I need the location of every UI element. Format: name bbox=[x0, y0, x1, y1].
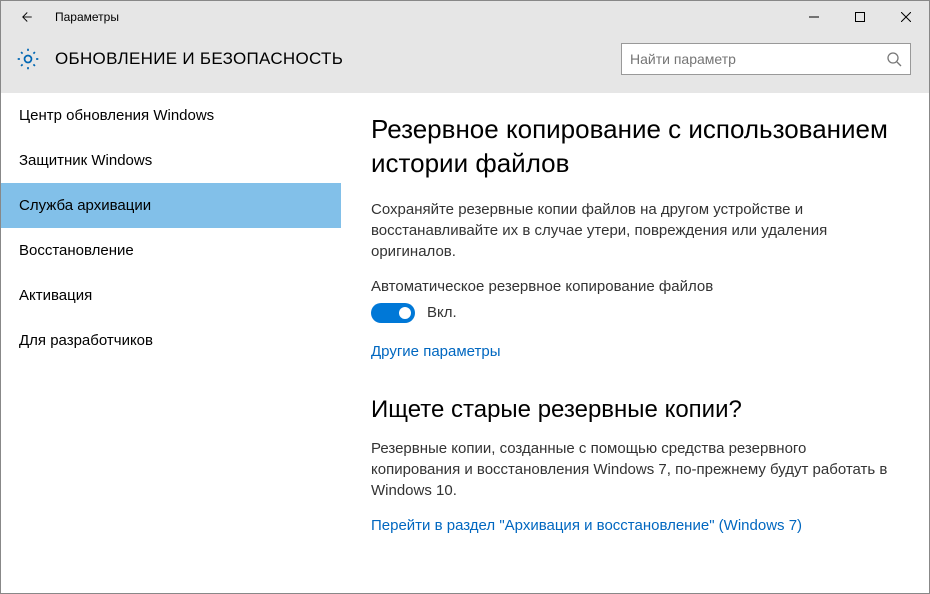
maximize-button[interactable] bbox=[837, 1, 883, 33]
gear-icon bbox=[15, 46, 41, 72]
sidebar-item-2[interactable]: Служба архивации bbox=[1, 183, 341, 228]
toggle-state-text: Вкл. bbox=[427, 304, 457, 321]
back-button[interactable] bbox=[13, 5, 37, 29]
close-button[interactable] bbox=[883, 1, 929, 33]
toggle-label: Автоматическое резервное копирование фай… bbox=[371, 278, 889, 295]
subsection-description: Резервные копии, созданные с помощью сре… bbox=[371, 438, 889, 501]
toggle-knob bbox=[399, 307, 411, 319]
section-heading: Резервное копирование с использованием и… bbox=[371, 113, 889, 181]
window-title: Параметры bbox=[55, 10, 119, 24]
search-box[interactable] bbox=[621, 43, 911, 75]
more-options-link[interactable]: Другие параметры bbox=[371, 343, 501, 360]
search-input[interactable] bbox=[630, 51, 886, 67]
sidebar: Центр обновления WindowsЗащитник Windows… bbox=[1, 93, 341, 591]
auto-backup-toggle[interactable] bbox=[371, 303, 415, 323]
subsection-heading: Ищете старые резервные копии? bbox=[371, 396, 889, 424]
titlebar: Параметры bbox=[1, 1, 929, 33]
sidebar-item-1[interactable]: Защитник Windows bbox=[1, 138, 341, 183]
sidebar-item-4[interactable]: Активация bbox=[1, 273, 341, 318]
header: ОБНОВЛЕНИЕ И БЕЗОПАСНОСТЬ bbox=[1, 33, 929, 93]
sidebar-item-0[interactable]: Центр обновления Windows bbox=[1, 93, 341, 138]
content-pane: Резервное копирование с использованием и… bbox=[341, 93, 929, 591]
page-title: ОБНОВЛЕНИЕ И БЕЗОПАСНОСТЬ bbox=[55, 49, 343, 69]
minimize-button[interactable] bbox=[791, 1, 837, 33]
sidebar-item-5[interactable]: Для разработчиков bbox=[1, 318, 341, 363]
section-description: Сохраняйте резервные копии файлов на дру… bbox=[371, 199, 889, 262]
search-icon bbox=[886, 51, 902, 67]
sidebar-item-3[interactable]: Восстановление bbox=[1, 228, 341, 273]
win7-backup-link[interactable]: Перейти в раздел "Архивация и восстановл… bbox=[371, 517, 802, 534]
